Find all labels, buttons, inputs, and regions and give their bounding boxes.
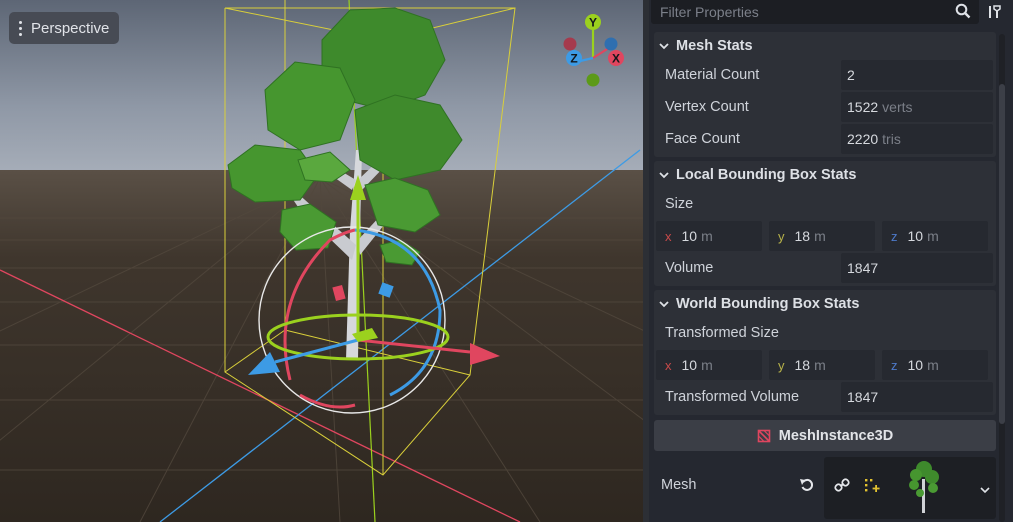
link-icon[interactable]	[834, 477, 850, 498]
mesh-property-label: Mesh	[661, 477, 697, 493]
scrollbar-thumb[interactable]	[999, 84, 1005, 424]
chevron-down-icon	[659, 42, 669, 49]
perspective-label: Perspective	[31, 19, 110, 37]
transformed-size-x-field[interactable]: x 10 m	[656, 350, 762, 380]
search-icon	[955, 3, 971, 22]
chevron-down-icon[interactable]	[980, 482, 990, 500]
tree-mesh-thumbnail	[904, 459, 944, 520]
filter-properties-input[interactable]: Filter Properties	[651, 0, 979, 24]
material-count-row: Material Count 2	[654, 59, 996, 91]
local-bbox-section: Local Bounding Box Stats Size x 10 m y 18 m …	[654, 161, 996, 286]
face-count-row: Face Count 2220 tris	[654, 123, 996, 155]
volume-row: Volume 1847	[654, 252, 996, 284]
transformed-size-y-field[interactable]: y 18 m	[769, 350, 875, 380]
chevron-down-icon	[659, 300, 669, 307]
mesh-resource-picker[interactable]	[824, 457, 996, 519]
volume-value: 1847	[841, 253, 993, 283]
filter-placeholder: Filter Properties	[660, 4, 759, 20]
vertex-count-value: 1522 verts	[841, 92, 993, 122]
local-bbox-title: Local Bounding Box Stats	[676, 166, 857, 183]
world-bbox-section: World Bounding Box Stats Transformed Siz…	[654, 290, 996, 415]
face-count-value: 2220 tris	[841, 124, 993, 154]
inspector-scrollbar[interactable]	[999, 34, 1005, 522]
gizmo-x-label: X	[612, 52, 620, 66]
inspector-panel: Filter Properties Mesh Stats Material Co…	[649, 0, 1013, 522]
world-bbox-header[interactable]: World Bounding Box Stats	[654, 290, 996, 317]
world-bbox-title: World Bounding Box Stats	[676, 295, 860, 312]
transformed-volume-row: Transformed Volume 1847	[654, 381, 996, 413]
material-count-label: Material Count	[665, 67, 760, 83]
transformed-size-vector: x 10 m y 18 m z 10 m	[654, 349, 996, 381]
vertex-count-row: Vertex Count 1522 verts	[654, 91, 996, 123]
mesh-instance-3d-header[interactable]: MeshInstance3D	[654, 420, 996, 451]
mesh-stats-section: Mesh Stats Material Count 2 Vertex Count…	[654, 32, 996, 157]
filter-options-button[interactable]	[979, 0, 1009, 24]
size-z-field[interactable]: z 10 m	[882, 221, 988, 251]
size-label: Size	[665, 196, 694, 212]
transformed-volume-value: 1847	[841, 382, 993, 412]
gizmo-z-label: Z	[570, 52, 577, 66]
transformed-size-z-field[interactable]: z 10 m	[882, 350, 988, 380]
kebab-menu-icon	[17, 20, 23, 36]
transformed-size-row: Transformed Size	[654, 317, 996, 349]
mesh-stats-header[interactable]: Mesh Stats	[654, 32, 996, 59]
material-count-value: 2	[841, 60, 993, 90]
mesh-stats-title: Mesh Stats	[676, 37, 753, 54]
vertex-count-label: Vertex Count	[665, 99, 749, 115]
face-count-label: Face Count	[665, 131, 740, 147]
volume-label: Volume	[665, 260, 714, 276]
3d-viewport[interactable]: Y X Z Perspective	[0, 0, 645, 522]
mesh-instance-3d-title: MeshInstance3D	[778, 427, 894, 444]
size-x-field[interactable]: x 10 m	[656, 221, 762, 251]
transformed-size-label: Transformed Size	[665, 325, 779, 341]
tools-icon	[989, 5, 1001, 18]
transformed-volume-label: Transformed Volume	[665, 389, 800, 405]
viewport-scene[interactable]: Y X Z	[0, 0, 645, 522]
size-y-field[interactable]: y 18 m	[769, 221, 875, 251]
chevron-down-icon	[659, 171, 669, 178]
make-unique-icon[interactable]	[864, 477, 880, 498]
size-row: Size	[654, 188, 996, 220]
perspective-menu-button[interactable]: Perspective	[9, 12, 120, 44]
mesh-property-row: Mesh	[649, 455, 1013, 522]
size-vector: x 10 m y 18 m z 10 m	[654, 220, 996, 252]
local-bbox-header[interactable]: Local Bounding Box Stats	[654, 161, 996, 188]
filter-bar: Filter Properties	[651, 0, 1011, 24]
revert-icon[interactable]	[799, 477, 815, 498]
mesh-instance-icon	[757, 429, 771, 442]
gizmo-y-label: Y	[589, 16, 597, 30]
